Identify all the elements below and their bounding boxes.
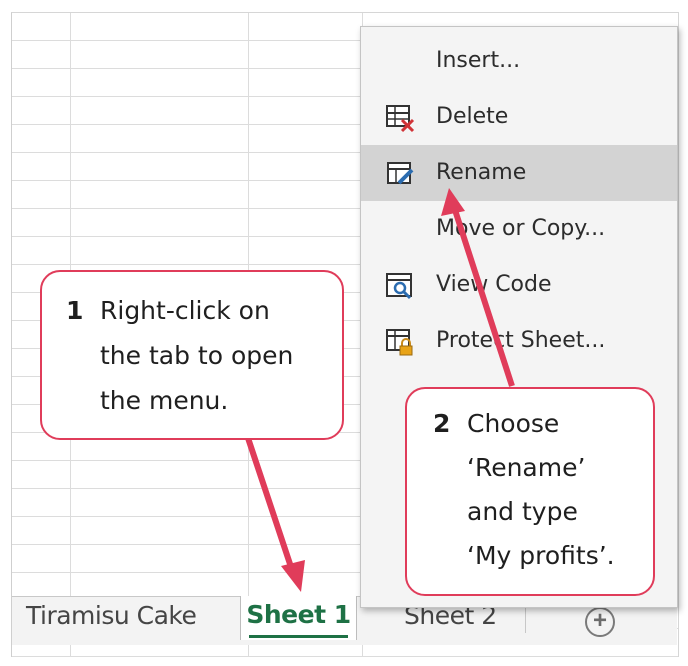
callout-line: the menu.: [100, 386, 229, 415]
callout-line: Choose: [467, 409, 560, 438]
callout-line: the tab to open: [100, 341, 294, 370]
callout-line: ‘Rename’: [467, 453, 586, 482]
callout-step-1: 1 Right-click on the tab to open the men…: [40, 270, 344, 440]
callout-line: ‘My profits’.: [467, 541, 615, 570]
callout-number: 2: [433, 409, 451, 438]
arrow-to-rename: [441, 188, 515, 387]
arrow-to-sheet-tab: [244, 434, 305, 592]
callout-line: Right-click on: [100, 296, 270, 325]
callout-step-2: 2 Choose ‘Rename’ and type ‘My profits’.: [405, 387, 655, 596]
callout-number: 1: [66, 296, 84, 325]
callout-line: and type: [467, 497, 578, 526]
